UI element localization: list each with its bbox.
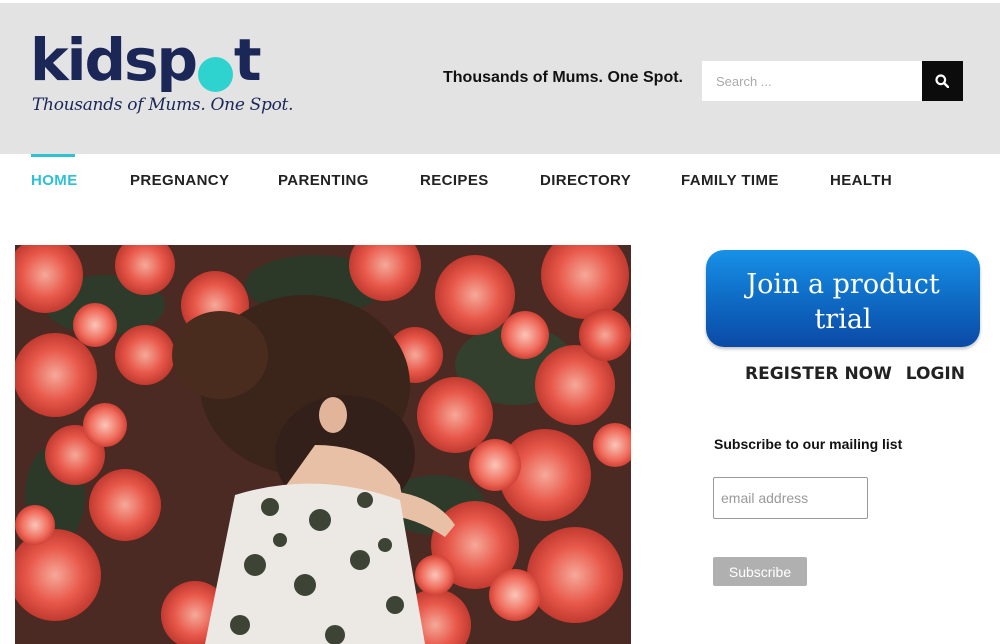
nav-item-pregnancy[interactable]: PREGNANCY xyxy=(130,172,229,189)
join-product-trial-button[interactable]: Join a product trial xyxy=(706,250,980,347)
subscribe-button[interactable]: Subscribe xyxy=(713,557,807,586)
nav-active-indicator xyxy=(31,154,75,157)
nav-item-parenting[interactable]: PARENTING xyxy=(278,172,369,189)
logo-tagline: Thousands of Mums. One Spot. xyxy=(32,95,294,115)
site-header: kidspot Thousands of Mums. One Spot. Tho… xyxy=(0,3,1000,154)
search-input[interactable] xyxy=(702,61,922,101)
nav-item-directory[interactable]: DIRECTORY xyxy=(540,172,631,189)
hero-image[interactable] xyxy=(15,245,631,644)
logo-dot xyxy=(198,57,233,92)
promo-label: Join a product trial xyxy=(746,269,940,335)
kidspot-logo[interactable]: kidspot Thousands of Mums. One Spot. xyxy=(30,26,293,131)
search-icon xyxy=(935,74,949,88)
search-button[interactable] xyxy=(922,61,963,101)
email-field[interactable] xyxy=(713,477,868,519)
header-tagline: Thousands of Mums. One Spot. xyxy=(443,69,683,86)
main-nav: HOME PREGNANCY PARENTING RECIPES DIRECTO… xyxy=(0,154,1000,204)
nav-item-recipes[interactable]: RECIPES xyxy=(420,172,489,189)
nav-item-family-time[interactable]: FAMILY TIME xyxy=(681,172,779,189)
register-now-link[interactable]: REGISTER NOW xyxy=(745,364,892,384)
nav-item-home[interactable]: HOME xyxy=(31,172,78,189)
account-links: REGISTER NOW LOGIN xyxy=(745,364,965,384)
login-link[interactable]: LOGIN xyxy=(906,364,965,384)
mailing-list-title: Subscribe to our mailing list xyxy=(714,436,903,452)
nav-item-health[interactable]: HEALTH xyxy=(830,172,892,189)
